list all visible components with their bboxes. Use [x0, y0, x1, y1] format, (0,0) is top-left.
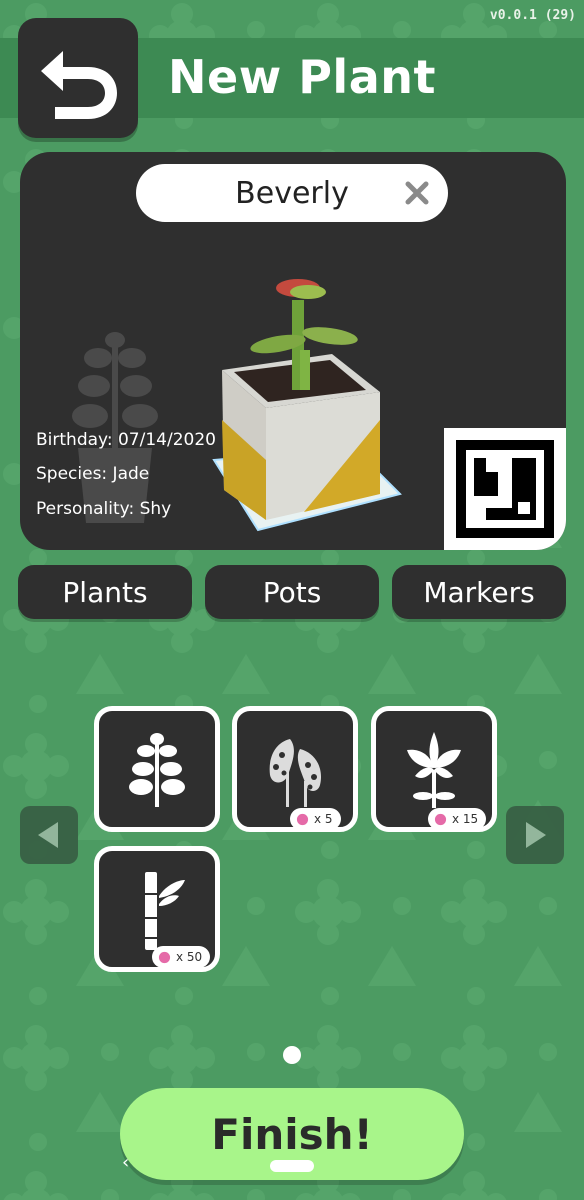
personality-label: Personality: Shy: [36, 499, 172, 519]
ar-marker: [444, 428, 566, 550]
back-button[interactable]: [18, 18, 138, 138]
bamboo-icon: [145, 872, 185, 950]
ar-marker-icon: [456, 440, 554, 538]
plant-name-value: Beverly: [235, 175, 349, 211]
tab-markers[interactable]: Markers: [392, 565, 566, 619]
system-back-icon[interactable]: ‹: [122, 1152, 129, 1173]
flower-currency-icon: [296, 813, 309, 825]
chevron-right-icon: [526, 822, 546, 848]
item-leafy-cost: x 5: [290, 808, 341, 830]
flower-currency-icon: [434, 813, 447, 825]
item-bamboo-cost: x 50: [152, 946, 211, 968]
back-arrow-icon: [41, 51, 117, 119]
leafy-plant-icon: [269, 739, 322, 807]
system-home-handle[interactable]: [270, 1160, 314, 1172]
chevron-left-icon: [38, 822, 58, 848]
close-icon[interactable]: [402, 178, 432, 208]
birthday-label: Birthday: 07/14/2020: [36, 430, 216, 450]
prev-page-button[interactable]: [20, 806, 78, 864]
page-indicator-dot: [283, 1046, 301, 1064]
flower-currency-icon: [158, 951, 171, 963]
plant-3d-model: [212, 279, 402, 532]
version-label: v0.0.1 (29): [489, 8, 576, 23]
next-page-button[interactable]: [506, 806, 564, 864]
jade-plant-icon: [129, 733, 185, 807]
item-jade[interactable]: [94, 706, 220, 832]
page-title: New Plant: [168, 50, 436, 104]
lily-flower-icon: [407, 732, 461, 808]
species-label: Species: Jade: [36, 464, 150, 484]
item-lily-cost: x 15: [428, 808, 487, 830]
ghost-plant-icon: [72, 332, 158, 523]
plant-name-field[interactable]: Beverly: [136, 164, 448, 222]
item-leafy-cost-value: x 5: [314, 812, 333, 826]
tab-plants[interactable]: Plants: [18, 565, 192, 619]
tab-pots[interactable]: Pots: [205, 565, 379, 619]
item-bamboo-cost-value: x 50: [176, 950, 203, 964]
plant-preview-card: Beverly Birthday: 07/14/2020 Species: Ja…: [20, 152, 566, 550]
item-lily-cost-value: x 15: [452, 812, 479, 826]
